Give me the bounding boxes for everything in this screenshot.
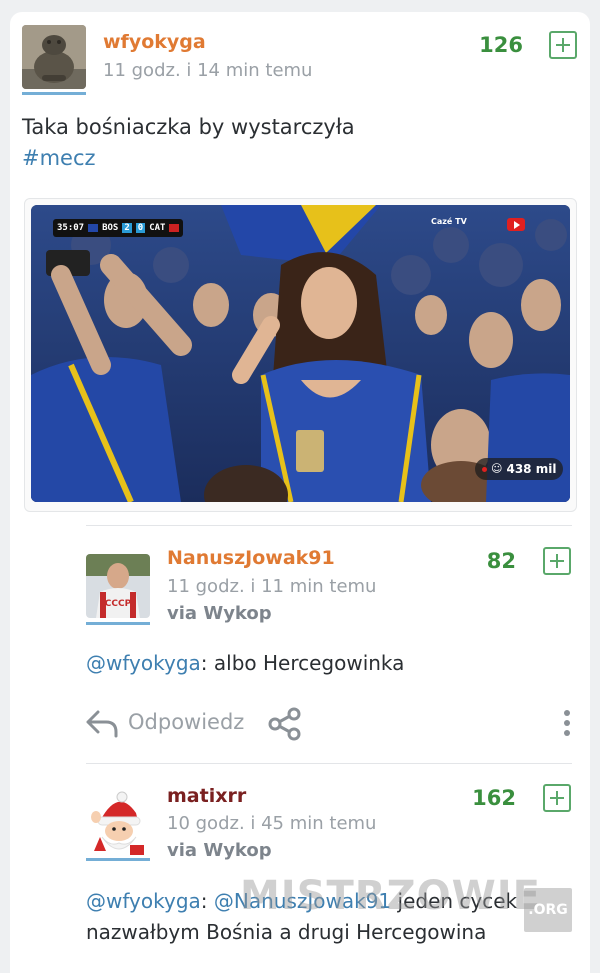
comment-text-line: nazwałbym Bośnia a drugi Hercegowina [86, 920, 487, 944]
team-home: BOS [102, 223, 119, 233]
post-author[interactable]: wfyokyga [103, 31, 206, 53]
comment-avatar[interactable]: CCCP [86, 554, 150, 618]
avatar-underline [86, 622, 150, 625]
santa-avatar-image [86, 791, 150, 855]
comment-author[interactable]: matixrr [167, 785, 246, 807]
comment-score: 82 [486, 549, 516, 573]
avatar-underline [86, 858, 150, 861]
comment-via: via Wykop [167, 840, 272, 861]
reply-button[interactable]: Odpowiedz [128, 710, 244, 734]
home-flag-icon [88, 224, 99, 232]
reply-icon[interactable] [86, 708, 118, 738]
live-dot-icon [482, 466, 487, 472]
footballer-avatar-image: CCCP [86, 554, 150, 618]
score-away: 0 [135, 223, 146, 233]
author-avatar[interactable] [22, 25, 86, 89]
team-away: CAT [149, 223, 166, 233]
view-count: 438 mil [506, 462, 557, 476]
comment-score: 162 [472, 786, 516, 810]
mention-link[interactable]: @wfyokyga [86, 889, 201, 913]
comment-avatar[interactable] [86, 791, 150, 855]
post-plus-button[interactable] [549, 31, 577, 59]
avatar-underline [22, 92, 86, 95]
via-label: via [167, 840, 198, 861]
view-count-badge: ☺ 438 mil [475, 458, 564, 480]
comment-time: 10 godz. i 45 min temu [167, 813, 377, 834]
divider [86, 525, 572, 526]
comment-text: : albo Hercegowinka [200, 651, 405, 675]
via-app-link[interactable]: Wykop [203, 840, 271, 861]
scoreboard: 35:07 BOS 2 0 CAT [53, 219, 184, 237]
watermark-suffix: .ORG [524, 888, 572, 932]
away-flag-icon [169, 224, 180, 232]
comment-author[interactable]: NanuszJowak91 [167, 547, 335, 569]
post-text: Taka bośniaczka by wystarczyła [22, 115, 355, 139]
more-options-icon[interactable] [562, 708, 572, 738]
comment-text-part: : [200, 889, 214, 913]
youtube-icon [507, 218, 525, 231]
comment-via: via Wykop [167, 603, 272, 624]
post-image[interactable]: 35:07 BOS 2 0 CAT Cazé TV ☺ 438 mil [31, 205, 570, 502]
comment-time: 11 godz. i 11 min temu [167, 576, 377, 597]
post-body: Taka bośniaczka by wystarczyła #mecz [22, 112, 355, 174]
frog-statue-avatar-image [22, 25, 86, 89]
via-app-link[interactable]: Wykop [203, 603, 271, 624]
comment-body: @wfyokyga: albo Hercegowinka [86, 648, 404, 679]
scoreboard-time: 35:07 [57, 223, 85, 233]
comment-plus-button[interactable] [543, 547, 571, 575]
divider [86, 763, 572, 764]
svg-text:CCCP: CCCP [105, 599, 132, 609]
watermark: MISTRZOWIE [240, 873, 541, 919]
person-icon: ☺ [491, 462, 503, 475]
post-time: 11 godz. i 14 min temu [103, 60, 313, 81]
post-score: 126 [479, 33, 523, 57]
share-icon[interactable] [268, 707, 302, 741]
score-home: 2 [122, 223, 132, 233]
mention-link[interactable]: @wfyokyga [86, 651, 201, 675]
post-tag[interactable]: #mecz [22, 143, 355, 174]
comment-plus-button[interactable] [543, 784, 571, 812]
via-label: via [167, 603, 198, 624]
broadcaster-logo: Cazé TV [431, 217, 467, 226]
